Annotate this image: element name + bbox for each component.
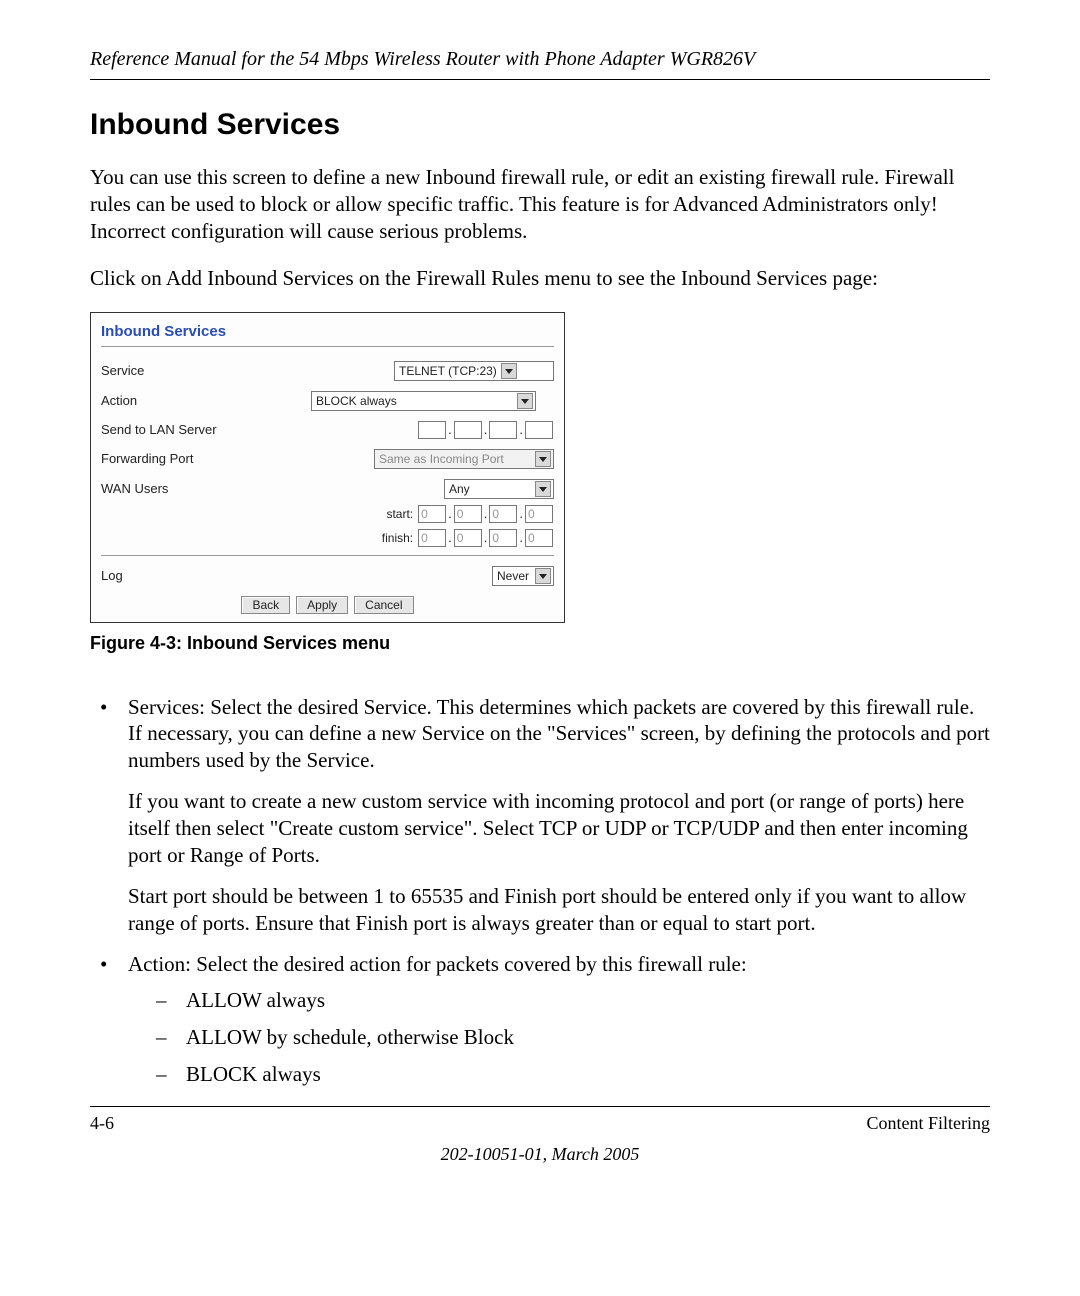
footer-section: Content Filtering xyxy=(867,1113,991,1134)
services-p3: Start port should be between 1 to 65535 … xyxy=(128,883,990,937)
lan-ip-octet-2[interactable] xyxy=(454,421,482,439)
start-ip-2[interactable]: 0 xyxy=(454,505,482,523)
back-button[interactable]: Back xyxy=(241,596,290,614)
page-number: 4-6 xyxy=(90,1113,114,1134)
action-opt-3: BLOCK always xyxy=(156,1061,990,1088)
forwarding-port-value: Same as Incoming Port xyxy=(379,452,531,466)
chevron-down-icon xyxy=(535,451,551,467)
label-forwarding-port: Forwarding Port xyxy=(101,451,261,466)
bullet-list: Services: Select the desired Service. Th… xyxy=(90,694,990,1089)
section-title: Inbound Services xyxy=(90,108,990,142)
footer-doc-id: 202-10051-01, March 2005 xyxy=(90,1144,990,1165)
figure-caption: Figure 4-3: Inbound Services menu xyxy=(90,633,990,654)
action-opt-1: ALLOW always xyxy=(156,987,990,1014)
label-action: Action xyxy=(101,393,261,408)
running-header: Reference Manual for the 54 Mbps Wireles… xyxy=(90,48,990,71)
label-log: Log xyxy=(101,568,123,583)
cancel-button[interactable]: Cancel xyxy=(354,596,413,614)
forwarding-port-select[interactable]: Same as Incoming Port xyxy=(374,449,554,469)
wan-users-value: Any xyxy=(449,482,531,496)
finish-ip-3[interactable]: 0 xyxy=(489,529,517,547)
action-select-value: BLOCK always xyxy=(316,394,513,408)
chevron-down-icon xyxy=(535,568,551,584)
services-p2: If you want to create a new custom servi… xyxy=(128,788,990,869)
chevron-down-icon xyxy=(501,363,517,379)
action-opt-2: ALLOW by schedule, otherwise Block xyxy=(156,1024,990,1051)
label-wan-users: WAN Users xyxy=(101,481,261,496)
finish-ip-1[interactable]: 0 xyxy=(418,529,446,547)
wan-users-select[interactable]: Any xyxy=(444,479,554,499)
start-ip-3[interactable]: 0 xyxy=(489,505,517,523)
label-send-to-lan: Send to LAN Server xyxy=(101,422,261,437)
services-text: Services: Select the desired Service. Th… xyxy=(128,695,990,773)
lan-ip-octet-4[interactable] xyxy=(525,421,553,439)
action-text: Action: Select the desired action for pa… xyxy=(128,952,747,976)
label-service: Service xyxy=(101,363,261,378)
lan-ip-octet-1[interactable] xyxy=(418,421,446,439)
chevron-down-icon xyxy=(517,393,533,409)
intro-paragraph-2: Click on Add Inbound Services on the Fir… xyxy=(90,265,990,292)
log-select[interactable]: Never xyxy=(492,566,554,586)
footer-rule xyxy=(90,1106,990,1107)
action-options-list: ALLOW always ALLOW by schedule, otherwis… xyxy=(156,987,990,1088)
lan-ip-octet-3[interactable] xyxy=(489,421,517,439)
finish-ip-2[interactable]: 0 xyxy=(454,529,482,547)
chevron-down-icon xyxy=(535,481,551,497)
action-select[interactable]: BLOCK always xyxy=(311,391,536,411)
intro-paragraph-1: You can use this screen to define a new … xyxy=(90,164,990,245)
inbound-services-panel: Inbound Services Service TELNET (TCP:23)… xyxy=(90,312,565,623)
finish-ip-4[interactable]: 0 xyxy=(525,529,553,547)
start-ip-4[interactable]: 0 xyxy=(525,505,553,523)
service-select-value: TELNET (TCP:23) xyxy=(399,364,497,378)
log-value: Never xyxy=(497,569,531,583)
list-item-action: Action: Select the desired action for pa… xyxy=(90,951,990,1089)
apply-button[interactable]: Apply xyxy=(296,596,348,614)
list-item-services: Services: Select the desired Service. Th… xyxy=(90,694,990,937)
panel-title: Inbound Services xyxy=(101,323,554,347)
label-finish: finish: xyxy=(382,531,413,545)
figure-screenshot: Inbound Services Service TELNET (TCP:23)… xyxy=(90,312,990,623)
service-select[interactable]: TELNET (TCP:23) xyxy=(394,361,554,381)
start-ip-1[interactable]: 0 xyxy=(418,505,446,523)
header-rule xyxy=(90,79,990,80)
label-start: start: xyxy=(386,507,413,521)
